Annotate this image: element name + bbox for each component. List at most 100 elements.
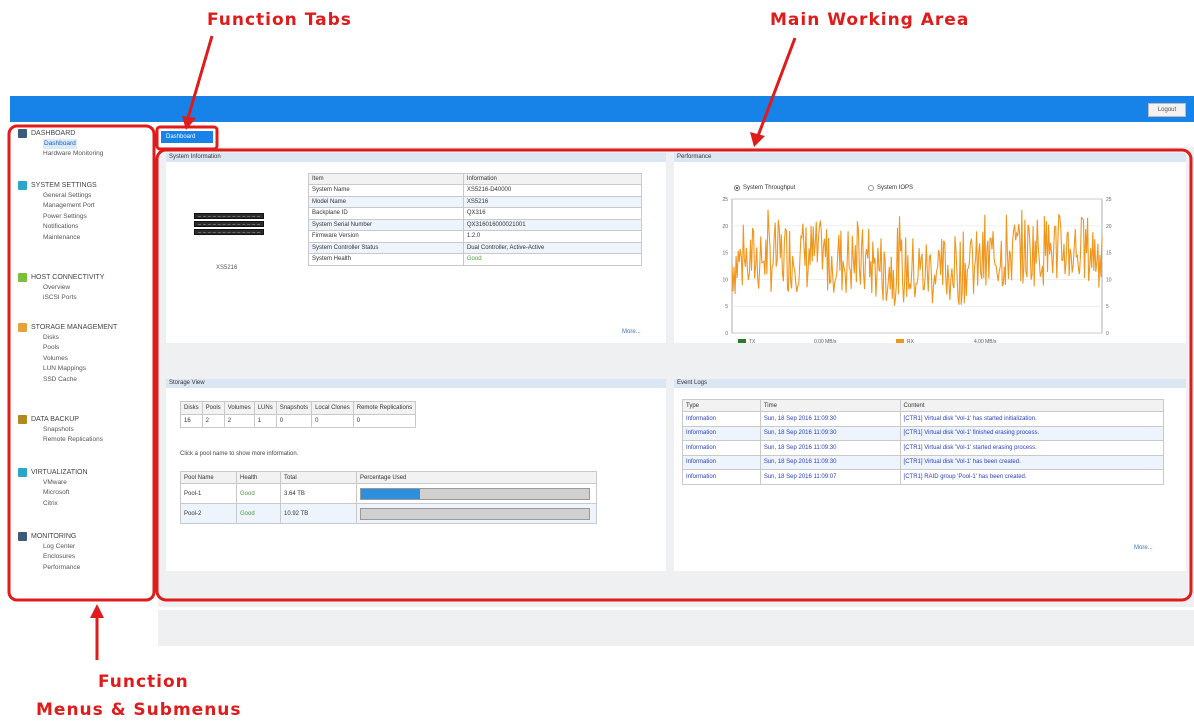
table-header: Remote Replications <box>352 401 417 415</box>
submenu-item[interactable]: Power Settings <box>43 212 97 222</box>
submenu-item[interactable]: Microsoft <box>43 488 88 498</box>
pool-name-link[interactable]: Pool-1 <box>180 483 237 504</box>
submenu-item-label: Overview <box>43 284 71 291</box>
table-row: Pool-1 Good 3.64 TB <box>180 483 597 504</box>
rx-legend-value: 4.00 MB/s <box>974 339 997 343</box>
menu-group-label: DASHBOARD <box>31 130 76 137</box>
event-logs-more-link[interactable]: More... <box>1134 545 1153 551</box>
table-cell: QX316 <box>462 207 643 220</box>
logout-button[interactable]: Logout <box>1148 103 1186 117</box>
menu-group-host-connectivity: HOST CONNECTIVITY Overview iSCSI Ports <box>18 272 104 304</box>
table-row: Firmware Version 1.2.0 <box>308 230 643 243</box>
submenu-item[interactable]: Performance <box>43 563 80 573</box>
menu-group-label: VIRTUALIZATION <box>31 469 88 476</box>
tx-legend-swatch <box>738 339 746 343</box>
menu-group-storage-management: STORAGE MANAGEMENT Disks Pools Volumes LUN M… <box>18 322 117 385</box>
table-row: Pool-2 Good 10.92 TB <box>180 503 597 524</box>
submenu-item[interactable]: Snapshots <box>43 425 103 435</box>
pool-usage-cell <box>356 483 597 504</box>
submenu-item[interactable]: Citrix <box>43 499 88 509</box>
table-row[interactable]: Information Sun, 18 Sep 2016 11:09:30 [CTR… <box>682 411 1165 427</box>
submenu-item[interactable]: Disks <box>43 333 117 343</box>
submenu-item[interactable]: Remote Replications <box>43 435 103 445</box>
system-information-panel: System Information XS5216 Item Informatio… <box>166 153 666 343</box>
menu-group-header[interactable]: MONITORING <box>18 531 80 542</box>
menu-group-virtualization: VIRTUALIZATION VMware Microsoft Citrix <box>18 467 88 509</box>
submenu: General Settings Management Port Power Set… <box>18 191 97 243</box>
system-info-more-link[interactable]: More... <box>622 329 641 335</box>
table-row[interactable]: Information Sun, 18 Sep 2016 11:09:30 [CTR… <box>682 425 1165 441</box>
submenu-item[interactable]: Maintenance <box>43 233 97 243</box>
table-header: Percentage Used <box>356 471 597 484</box>
table-cell: Information <box>682 440 761 456</box>
table-header: Local Clones <box>311 401 354 415</box>
y-tick-label-right: 15 <box>1106 251 1112 257</box>
main-working-area-annotation: Main Working Area <box>770 10 970 30</box>
y-tick-label-left: 10 <box>722 277 728 283</box>
table-cell: 0 <box>352 414 417 428</box>
submenu: Disks Pools Volumes LUN Mappings SSD Cache <box>18 333 117 385</box>
menu-group-header[interactable]: HOST CONNECTIVITY <box>18 272 104 283</box>
submenu-item[interactable]: Dashboard <box>43 139 103 150</box>
table-header: Content <box>899 399 1165 412</box>
table-header: Pool Name <box>180 471 237 484</box>
dashboard-icon <box>18 129 27 138</box>
menu-group-header[interactable]: VIRTUALIZATION <box>18 467 88 478</box>
submenu-item-label: VMware <box>43 479 67 486</box>
submenu: Snapshots Remote Replications <box>18 425 103 446</box>
table-cell: XS5216-D40000 <box>462 184 643 197</box>
table-cell: Sun, 18 Sep 2016 11:09:30 <box>759 425 901 441</box>
table-header: Information <box>462 173 643 185</box>
submenu-item-label: Snapshots <box>43 426 74 433</box>
tab-dashboard[interactable]: Dashboard <box>161 131 213 143</box>
table-cell: XS5216 <box>462 195 643 208</box>
menu-group-monitoring: MONITORING Log Center Enclosures Performanc… <box>18 531 80 573</box>
pool-usage-cell <box>356 503 597 524</box>
usage-bar-fill <box>361 488 421 499</box>
submenu-item[interactable]: Notifications <box>43 222 97 232</box>
y-tick-label-right: 0 <box>1106 331 1109 337</box>
menu-group-header[interactable]: DASHBOARD <box>18 128 103 139</box>
table-row: System Health Good <box>308 253 643 266</box>
submenu-item-label: Remote Replications <box>43 436 103 444</box>
pool-name-link[interactable]: Pool-2 <box>180 503 237 524</box>
submenu-item-label: Dashboard <box>43 139 77 150</box>
menu-group-header[interactable]: DATA BACKUP <box>18 414 103 425</box>
table-row[interactable]: Information Sun, 18 Sep 2016 11:09:30 [CTR… <box>682 454 1165 470</box>
table-header: Item <box>308 173 464 185</box>
submenu-item-label: Power Settings <box>43 212 87 220</box>
submenu-item[interactable]: Management Port <box>43 201 97 211</box>
submenu-item[interactable]: General Settings <box>43 191 97 201</box>
function-tabs-annotation: Function Tabs <box>207 10 352 30</box>
table-row[interactable]: Information Sun, 18 Sep 2016 11:09:07 [CTR… <box>682 469 1165 485</box>
pool-health: Good <box>236 483 281 504</box>
submenu: VMware Microsoft Citrix <box>18 478 88 509</box>
submenu-item[interactable]: Volumes <box>43 354 117 364</box>
submenu-item[interactable]: Overview <box>43 283 104 293</box>
table-cell: QX316016000021001 <box>462 218 643 231</box>
submenu-item[interactable]: Pools <box>43 343 117 353</box>
table-row[interactable]: Information Sun, 18 Sep 2016 11:09:30 [CTR… <box>682 440 1165 456</box>
submenu-item[interactable]: LUN Mappings <box>43 364 117 374</box>
table-header: Disks <box>180 401 203 415</box>
main-working-area: System Information XS5216 Item Informatio… <box>158 147 1194 607</box>
menu-group-label: HOST CONNECTIVITY <box>31 274 105 281</box>
pool-total: 10.92 TB <box>280 503 357 524</box>
y-tick-label-left: 25 <box>722 197 728 203</box>
submenu-item[interactable]: iSCSI Ports <box>43 293 104 303</box>
menu-group-header[interactable]: SYSTEM SETTINGS <box>18 180 97 191</box>
submenu-item[interactable]: SSD Cache <box>43 375 117 385</box>
event-logs-title: Event Logs <box>674 379 1186 388</box>
menu-group-header[interactable]: STORAGE MANAGEMENT <box>18 322 117 333</box>
footer-strip <box>158 610 1194 646</box>
table-row: Model Name XS5216 <box>308 195 643 208</box>
submenu-item[interactable]: Hardware Monitoring <box>43 149 103 159</box>
model-caption: XS5216 <box>216 265 238 271</box>
menu-group-data-backup: DATA BACKUP Snapshots Remote Replications <box>18 414 103 446</box>
submenu-item[interactable]: Enclosures <box>43 552 80 562</box>
table-cell: System Serial Number <box>308 218 464 231</box>
submenu-item[interactable]: VMware <box>43 478 88 488</box>
storage-summary-table: Disks Pools Volumes LUNs Snapshots Local Clon… <box>180 401 417 428</box>
submenu-item[interactable]: Log Center <box>43 542 80 552</box>
menu-group-label: SYSTEM SETTINGS <box>31 182 97 189</box>
